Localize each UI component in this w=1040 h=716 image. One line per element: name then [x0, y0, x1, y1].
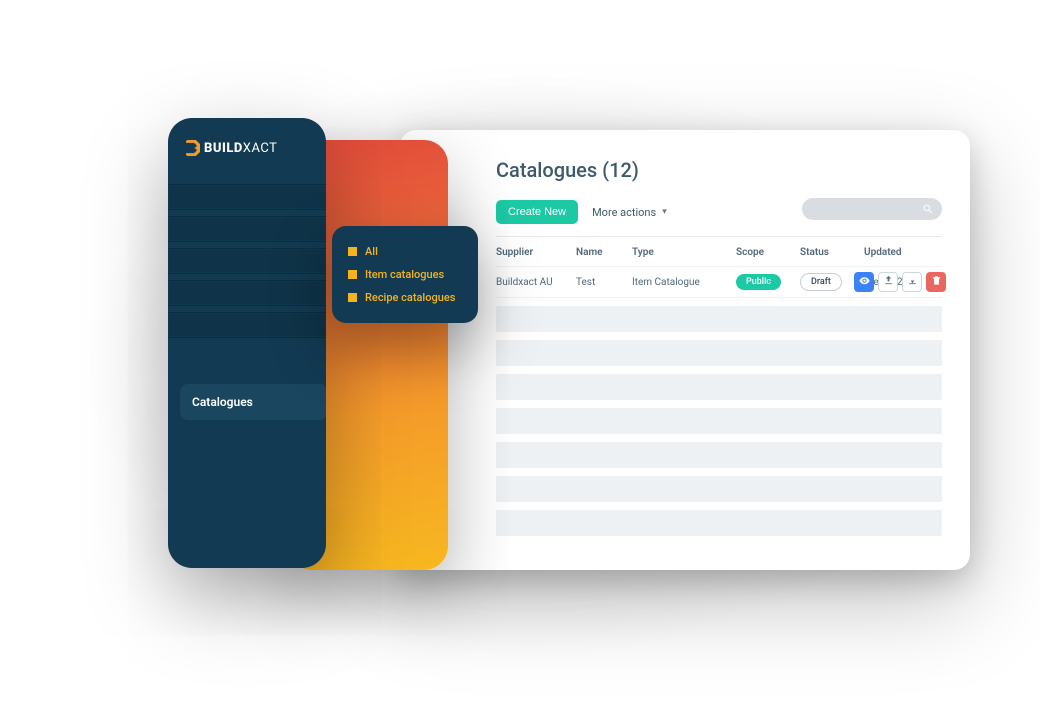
square-bullet-icon: [348, 270, 357, 279]
nav-item[interactable]: [168, 184, 326, 210]
col-scope: Scope: [736, 247, 800, 258]
more-actions-label: More actions: [592, 206, 656, 219]
page-title: Catalogues (12): [496, 158, 942, 182]
col-supplier: Supplier: [496, 247, 576, 258]
placeholder-row: [496, 510, 942, 536]
main-panel: Catalogues (12) Create New More actions …: [400, 130, 970, 570]
flyout-item-recipe-catalogues[interactable]: Recipe catalogues: [348, 286, 462, 309]
upload-icon: [883, 275, 894, 289]
placeholder-row: [496, 340, 942, 366]
view-button[interactable]: [854, 272, 874, 292]
placeholder-row: [496, 442, 942, 468]
flyout-label: Item catalogues: [365, 268, 444, 281]
sidebar: BUILDXACT Catalogues: [168, 118, 326, 568]
placeholder-row: [496, 476, 942, 502]
flyout-item-all[interactable]: All: [348, 240, 462, 263]
brand-mark-icon: [186, 140, 200, 156]
square-bullet-icon: [348, 247, 357, 256]
trash-icon: [931, 275, 942, 289]
brand-text: BUILDXACT: [204, 141, 277, 156]
eye-icon: [859, 275, 870, 289]
cell-type: Item Catalogue: [632, 277, 736, 288]
brand-suffix: XACT: [243, 141, 278, 156]
status-badge: Draft: [800, 273, 842, 291]
flyout-item-item-catalogues[interactable]: Item catalogues: [348, 263, 462, 286]
nav-item[interactable]: [168, 248, 326, 274]
delete-button[interactable]: [926, 272, 946, 292]
col-name: Name: [576, 247, 632, 258]
nav-item-catalogues[interactable]: Catalogues: [180, 384, 314, 420]
more-actions-dropdown[interactable]: More actions ▾: [592, 206, 667, 219]
square-bullet-icon: [348, 293, 357, 302]
placeholder-rows: [496, 306, 942, 536]
download-icon: [907, 275, 918, 289]
nav-item[interactable]: [168, 312, 326, 338]
placeholder-row: [496, 306, 942, 332]
col-updated: Updated: [864, 247, 944, 258]
download-button[interactable]: [902, 272, 922, 292]
cell-supplier: Buildxact AU: [496, 277, 576, 288]
upload-button[interactable]: [878, 272, 898, 292]
placeholder-row: [496, 408, 942, 434]
search-icon: [922, 200, 934, 219]
search-input[interactable]: [802, 198, 942, 220]
table-row[interactable]: Buildxact AU Test Item Catalogue Public …: [496, 266, 942, 298]
col-type: Type: [632, 247, 736, 258]
table-header-row: Supplier Name Type Scope Status Updated: [496, 237, 942, 266]
col-status: Status: [800, 247, 864, 258]
chevron-down-icon: ▾: [662, 207, 667, 217]
brand-logo: BUILDXACT: [168, 140, 326, 156]
catalogues-flyout: All Item catalogues Recipe catalogues: [332, 226, 478, 323]
toolbar: Create New More actions ▾: [496, 200, 942, 237]
nav-active-label: Catalogues: [192, 395, 253, 409]
nav-block-top: [168, 184, 326, 344]
create-new-button[interactable]: Create New: [496, 200, 578, 224]
brand-prefix: BUILD: [204, 141, 243, 156]
flyout-label: Recipe catalogues: [365, 291, 455, 304]
placeholder-row: [496, 374, 942, 400]
nav-item[interactable]: [168, 280, 326, 306]
flyout-label: All: [365, 245, 378, 258]
row-actions: [854, 272, 946, 292]
nav-item[interactable]: [168, 216, 326, 242]
cell-name: Test: [576, 277, 632, 288]
scope-badge: Public: [736, 274, 781, 290]
